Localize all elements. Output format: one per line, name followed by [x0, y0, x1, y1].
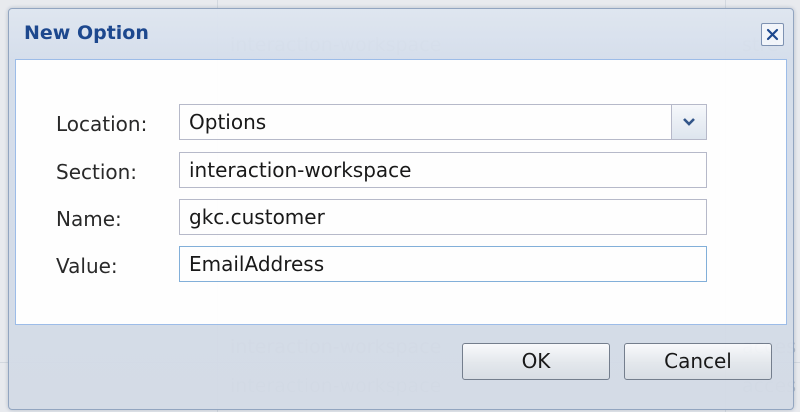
name-row: Name: gkc.customer [16, 199, 786, 239]
name-label: Name: [56, 207, 122, 231]
value-row: Value: EmailAddress [16, 246, 786, 286]
chevron-down-icon [683, 118, 695, 126]
new-option-dialog: New Option Location: Options Section: in… [8, 8, 794, 410]
form-panel: Location: Options Section: interaction-w… [15, 59, 787, 325]
section-row: Section: interaction-workspace [16, 152, 786, 192]
value-label: Value: [56, 254, 118, 278]
ok-button[interactable]: OK [462, 343, 610, 380]
section-field[interactable]: interaction-workspace [179, 152, 707, 188]
location-combo[interactable]: Options [179, 104, 707, 140]
location-value: Options [189, 110, 267, 134]
value-field[interactable]: EmailAddress [179, 246, 707, 282]
close-button[interactable] [761, 23, 784, 46]
dialog-title: New Option [24, 22, 149, 44]
location-row: Location: Options [16, 104, 786, 144]
section-label: Section: [56, 160, 138, 184]
location-dropdown-button[interactable] [671, 105, 706, 139]
location-label: Location: [56, 112, 148, 136]
close-icon [766, 28, 779, 41]
name-field[interactable]: gkc.customer [179, 199, 707, 235]
cancel-button[interactable]: Cancel [624, 343, 772, 380]
